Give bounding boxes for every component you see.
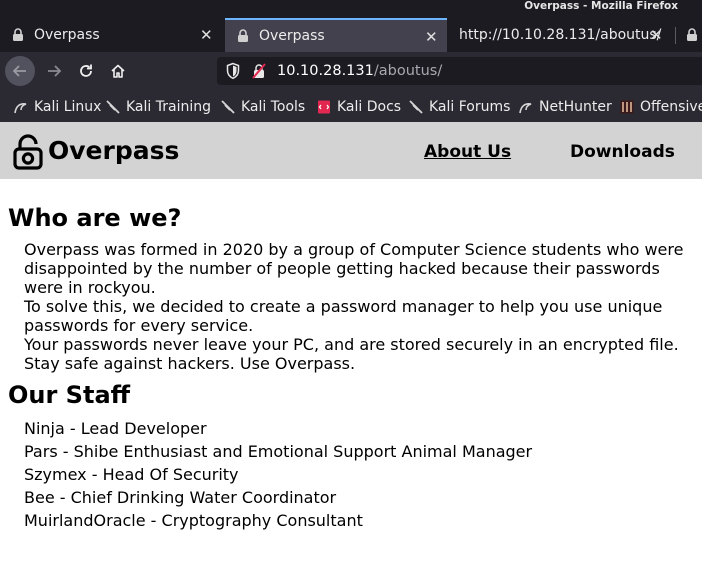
our-staff-heading: Our Staff <box>8 381 131 409</box>
bookmark-label: NetHunter <box>539 99 612 115</box>
kali-dragon-icon <box>519 100 533 114</box>
bookmark-offensive[interactable]: Offensive <box>620 98 702 116</box>
arrow-left-icon <box>12 65 26 77</box>
kali-docs-icon <box>317 100 331 114</box>
offsec-icon <box>620 100 634 114</box>
about-line: Your passwords never leave your PC, and … <box>24 335 679 354</box>
url-bar[interactable]: 10.10.28.131/aboutus/ <box>217 57 702 85</box>
tab-label: Overpass <box>34 27 100 43</box>
url-text: 10.10.28.131/aboutus/ <box>277 63 442 79</box>
bookmarks-toolbar: Kali Linux Kali Training Kali Tools Kali… <box>0 90 702 122</box>
arrow-right-icon <box>48 65 62 77</box>
back-button[interactable] <box>5 56 35 86</box>
bookmark-label: Kali Docs <box>337 99 402 115</box>
forward-button[interactable] <box>39 57 69 85</box>
bookmark-label: Offensive <box>640 99 702 115</box>
tab-label: Overpass <box>259 28 325 44</box>
staff-member: Szymex - Head Of Security <box>24 465 239 484</box>
nav-downloads-link[interactable]: Downloads <box>570 141 675 163</box>
bookmark-label: Kali Tools <box>241 99 306 115</box>
nav-about-us-link[interactable]: About Us <box>424 141 511 163</box>
lock-icon <box>12 28 24 42</box>
window-titlebar: Overpass - Mozilla Firefox <box>0 0 702 18</box>
about-line: To solve this, we decided to create a pa… <box>24 297 663 316</box>
about-line: Overpass was formed in 2020 by a group o… <box>24 240 684 259</box>
tab-label: http://10.10.28.131/aboutus/ <box>459 27 662 43</box>
tab-overpass-active[interactable]: Overpass ✕ <box>225 18 447 52</box>
lock-icon <box>237 29 249 43</box>
bookmark-label: Kali Forums <box>429 99 511 115</box>
about-line: passwords for every service. <box>24 316 254 335</box>
reload-button[interactable] <box>71 57 101 85</box>
window-title: Overpass - Mozilla Firefox <box>524 0 678 12</box>
bookmark-kali-tools[interactable]: Kali Tools <box>221 98 305 116</box>
about-line: disappointed by the number of people get… <box>24 259 660 278</box>
bookmark-nethunter[interactable]: NetHunter <box>519 98 612 116</box>
close-tab-icon[interactable]: ✕ <box>425 28 438 46</box>
kali-dragon-icon <box>409 100 423 114</box>
site-title: Overpass <box>48 136 180 165</box>
kali-dragon-icon <box>14 100 28 114</box>
bookmark-label: Kali Linux <box>34 99 102 115</box>
staff-member: Bee - Chief Drinking Water Coordinator <box>24 488 337 507</box>
staff-list: Ninja - Lead Developer Pars - Shibe Enth… <box>24 417 532 532</box>
navigation-toolbar: 10.10.28.131/aboutus/ <box>0 52 702 90</box>
close-tab-icon[interactable]: ✕ <box>200 26 213 44</box>
who-are-we-heading: Who are we? <box>8 204 182 232</box>
kali-dragon-icon <box>221 100 235 114</box>
about-line: were in rockyou. <box>24 278 156 297</box>
lock-icon <box>686 28 698 42</box>
kali-dragon-icon <box>106 100 120 114</box>
reload-icon <box>80 64 92 77</box>
padlock-logo-icon <box>13 134 43 170</box>
bookmark-kali-forums[interactable]: Kali Forums <box>409 98 510 116</box>
home-icon <box>111 64 125 78</box>
tracking-shield-icon[interactable] <box>225 62 241 80</box>
insecure-connection-icon[interactable] <box>251 63 267 79</box>
bookmark-kali-docs[interactable]: Kali Docs <box>317 98 401 116</box>
close-tab-icon[interactable]: ✕ <box>650 26 663 44</box>
tab-overpass-1[interactable]: Overpass ✕ <box>0 18 224 52</box>
site-header: Overpass About Us Downloads <box>0 122 702 179</box>
staff-member: Ninja - Lead Developer <box>24 419 207 438</box>
staff-member: Pars - Shibe Enthusiast and Emotional Su… <box>24 442 533 461</box>
url-host: 10.10.28.131 <box>277 63 374 79</box>
tab-aboutus-url[interactable]: http://10.10.28.131/aboutus/ ✕ <box>448 18 674 52</box>
tab-overflow[interactable] <box>676 18 702 52</box>
tab-strip: Overpass ✕ Overpass ✕ http://10.10.28.13… <box>0 18 702 52</box>
url-path: /aboutus/ <box>373 63 443 79</box>
home-button[interactable] <box>103 57 133 85</box>
about-line: Stay safe against hackers. Use Overpass. <box>24 354 356 373</box>
staff-member: MuirlandOracle - Cryptography Consultant <box>24 511 363 530</box>
about-paragraph: Overpass was formed in 2020 by a group o… <box>24 240 696 373</box>
bookmark-kali-linux[interactable]: Kali Linux <box>14 98 101 116</box>
bookmark-label: Kali Training <box>126 99 211 115</box>
bookmark-kali-training[interactable]: Kali Training <box>106 98 211 116</box>
